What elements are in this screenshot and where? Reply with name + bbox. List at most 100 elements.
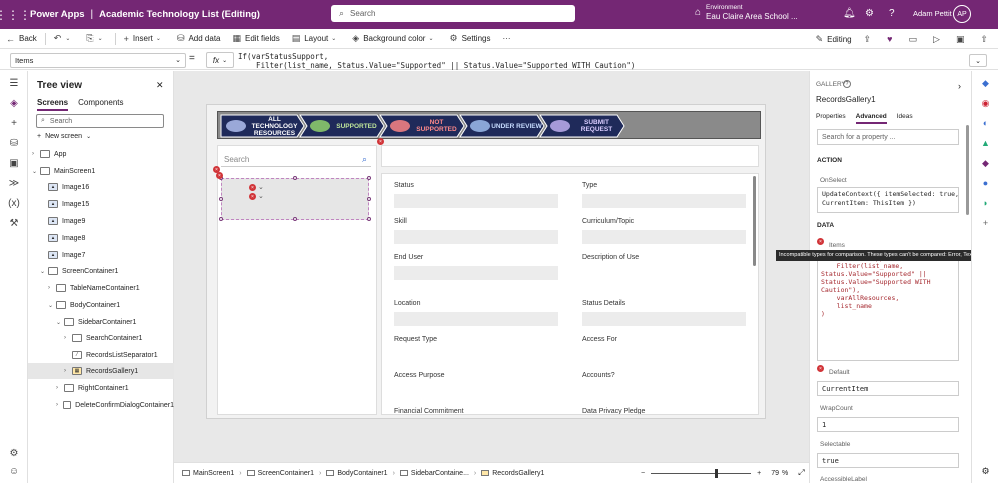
field-value-type[interactable] <box>582 194 746 208</box>
tree-view-icon[interactable]: ◈ <box>0 93 28 113</box>
app-icon-green[interactable]: ▲ <box>972 133 998 153</box>
environment-picker[interactable]: ⌂ Environment Eau Claire Area School ... <box>695 3 798 21</box>
breadcrumb-sidebarcontainer[interactable]: SidebarContaine... <box>396 470 473 477</box>
error-icon[interactable]: × <box>817 238 824 245</box>
wrapcount-input[interactable]: 1 <box>817 417 959 432</box>
preview-button[interactable]: ▷ <box>927 34 950 45</box>
virtual-agent-icon[interactable]: ☺ <box>0 461 28 481</box>
zoom-slider-thumb[interactable] <box>715 468 719 478</box>
error-icon[interactable]: × <box>817 365 824 372</box>
field-value-location[interactable] <box>394 312 558 326</box>
data-icon[interactable]: ⛁ <box>0 133 28 153</box>
zoom-slider[interactable] <box>651 468 752 478</box>
onselect-input[interactable]: UpdateContext({ itemSelected: true, Curr… <box>817 187 959 213</box>
tree-node-tablenamecontainer[interactable]: › TableNameContainer1 <box>28 280 174 296</box>
save-button[interactable]: ▣ <box>950 34 975 45</box>
tree-node-image15[interactable]: ▴ Image15 <box>28 196 174 212</box>
field-value-status[interactable] <box>394 194 558 208</box>
zoom-in-button[interactable]: + <box>757 470 761 477</box>
resize-handle[interactable] <box>367 176 371 180</box>
copilot-icon[interactable]: ◆ <box>972 73 998 93</box>
tree-node-mainscreen[interactable]: ⌄ MainScreen1 <box>28 163 174 179</box>
nav-step-under-review[interactable]: UNDER REVIEW <box>466 115 542 137</box>
close-icon[interactable]: ✕ <box>156 80 164 91</box>
field-value-status-details[interactable] <box>582 312 746 326</box>
media-icon[interactable]: ▣ <box>0 153 28 173</box>
settings-icon[interactable]: ⚙ <box>0 443 28 463</box>
error-icon[interactable]: × <box>249 193 256 200</box>
global-search-input[interactable]: ⌕ Search <box>331 5 575 22</box>
tab-components[interactable]: Components <box>78 98 123 111</box>
resize-handle[interactable] <box>219 197 223 201</box>
nav-step-not-supported[interactable]: NOT SUPPORTED <box>386 115 462 137</box>
resize-handle[interactable] <box>219 217 223 221</box>
tree-node-recordsgallery[interactable]: › ▦ RecordsGallery1 <box>28 363 174 379</box>
resize-handle[interactable] <box>367 197 371 201</box>
gallery-search-input[interactable]: Search ⌕ <box>221 152 371 167</box>
detail-scrollbar[interactable] <box>753 176 756 266</box>
app-icon-red[interactable]: ◉ <box>972 93 998 113</box>
items-formula-input[interactable]: If(varStatusSupport, Filter(list_name, S… <box>817 251 959 361</box>
help-icon[interactable]: ? <box>889 8 895 19</box>
layout-button[interactable]: ▤ Layout ⌄ <box>286 33 347 44</box>
background-color-button[interactable]: ◈ Background color ⌄ <box>346 33 443 44</box>
zoom-out-button[interactable]: − <box>641 470 645 477</box>
paste-button[interactable]: ⎘ ⌄ <box>80 33 112 44</box>
field-value-curriculum[interactable] <box>582 230 746 244</box>
selectable-input[interactable]: true <box>817 453 959 468</box>
edit-fields-button[interactable]: ▦ Edit fields <box>227 33 286 44</box>
app-screen-preview[interactable]: ALL TECHNOLOGY RESOURCES SUPPORTED NOT S… <box>206 104 766 419</box>
breadcrumb-screencontainer[interactable]: ScreenContainer1 <box>243 470 318 477</box>
resize-handle[interactable] <box>293 217 297 221</box>
add-data-button[interactable]: ⛁ Add data <box>171 33 227 44</box>
insert-icon[interactable]: + <box>0 113 28 133</box>
power-automate-icon[interactable]: ≫ <box>0 173 28 193</box>
tree-node-app[interactable]: › App <box>28 146 174 162</box>
more-button[interactable]: ··· <box>496 34 516 43</box>
default-input[interactable]: CurrentItem <box>817 381 959 396</box>
error-icon[interactable]: × <box>377 138 384 145</box>
tree-node-recordslistseparator[interactable]: ⁄ RecordsListSeparator1 <box>28 347 174 363</box>
new-screen-button[interactable]: + New screen ⌄ <box>37 133 95 140</box>
breadcrumb-bodycontainer[interactable]: BodyContainer1 <box>322 470 391 477</box>
avatar[interactable]: AP <box>953 5 971 23</box>
formula-input[interactable]: If(varStatusSupport, Filter(list_name, S… <box>238 52 966 70</box>
back-button[interactable]: ← Back <box>0 34 43 44</box>
tree-search-input[interactable]: ⌕ Search <box>36 114 164 128</box>
breadcrumb-mainscreen[interactable]: MainScreen1 <box>178 470 238 477</box>
field-value-skill[interactable] <box>394 230 558 244</box>
property-selector[interactable]: Items ⌄ <box>10 53 186 68</box>
tree-node-searchcontainer[interactable]: › SearchContainer1 <box>28 330 174 346</box>
nav-step-submit-request[interactable]: SUBMIT REQUEST <box>546 115 622 137</box>
share-button[interactable]: ⇪ <box>858 34 882 45</box>
settings-icon[interactable]: ⚙ <box>972 461 998 481</box>
app-icon-green-2[interactable]: ◗ <box>972 193 998 213</box>
app-checker-button[interactable]: ♥ <box>881 34 902 44</box>
tab-advanced[interactable]: Advanced <box>855 113 887 124</box>
records-gallery[interactable]: × × ⌄ ⌄ <box>219 176 371 221</box>
tab-ideas[interactable]: Ideas <box>897 113 913 124</box>
nav-step-all-resources[interactable]: ALL TECHNOLOGY RESOURCES <box>222 115 302 137</box>
properties-scrollbar[interactable] <box>966 125 969 215</box>
tree-node-screencontainer[interactable]: ⌄ ScreenContainer1 <box>28 263 174 279</box>
resize-handle[interactable] <box>293 176 297 180</box>
bell-icon[interactable]: 🔔︎ <box>843 8 856 19</box>
app-icon-blue[interactable]: ◐ <box>972 113 998 133</box>
app-launcher-icon[interactable]: ⋮⋮⋮ <box>0 8 31 22</box>
menu-icon[interactable]: ☰ <box>0 73 28 93</box>
undo-button[interactable]: ↶ ⌄ <box>48 33 81 44</box>
publish-button[interactable]: ⇧ <box>974 34 998 45</box>
tree-node-rightcontainer[interactable]: › RightContainer1 <box>28 380 174 396</box>
fit-to-window-icon[interactable]: ⤢ <box>798 468 804 478</box>
app-icon-purple[interactable]: ◆ <box>972 153 998 173</box>
insert-button[interactable]: + Insert ⌄ <box>118 34 171 44</box>
tree-node-deleteconfirmdialog[interactable]: › DeleteConfirmDialogContainer1 <box>28 397 174 413</box>
info-icon[interactable]: ? <box>843 80 851 88</box>
tab-screens[interactable]: Screens <box>37 98 69 111</box>
settings-button[interactable]: ⚙ Settings <box>444 33 497 44</box>
fx-button[interactable]: fx ⌄ <box>206 52 234 68</box>
editing-mode-button[interactable]: ✎ Editing <box>810 34 858 45</box>
breadcrumb-recordsgallery[interactable]: RecordsGallery1 <box>477 470 548 477</box>
property-search-input[interactable]: Search for a property ... <box>817 129 959 145</box>
tree-node-sidebarcontainer[interactable]: ⌄ SidebarContainer1 <box>28 314 174 330</box>
